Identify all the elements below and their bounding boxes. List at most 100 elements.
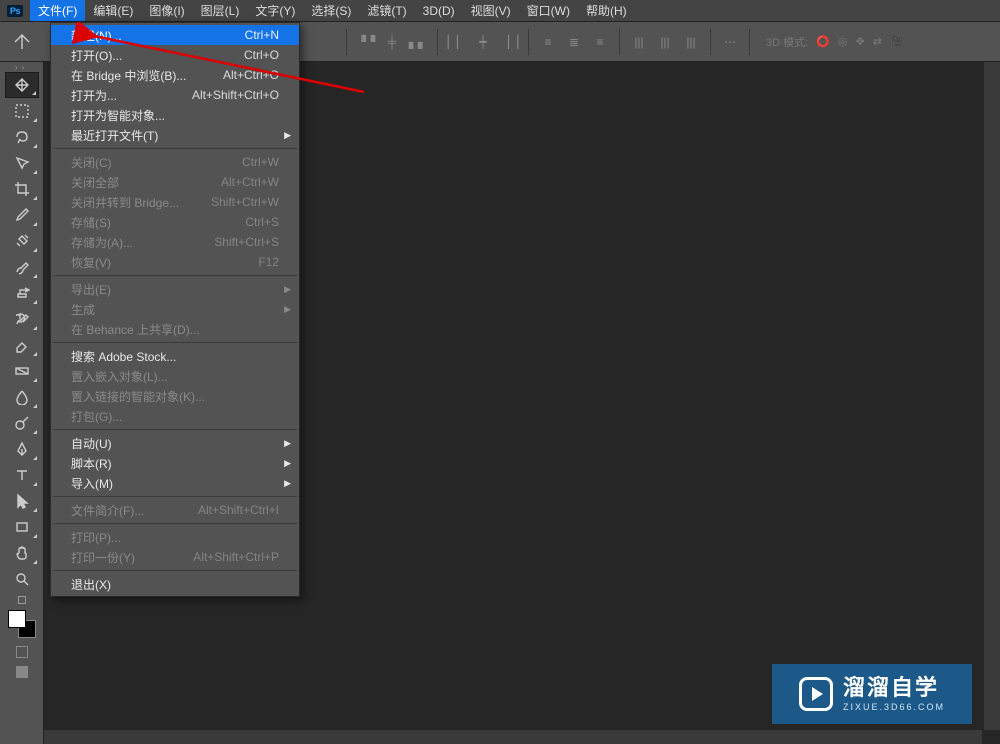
pen-tool[interactable] — [5, 436, 39, 462]
menu-separator — [53, 523, 297, 524]
options-separator — [749, 29, 750, 55]
zoom-tool[interactable] — [5, 566, 39, 592]
brand-subtitle: ZIXUE.3D66.COM — [843, 702, 945, 713]
align-vcenter-icon[interactable]: ╪ — [381, 31, 403, 53]
move-tool[interactable] — [5, 72, 39, 98]
screen-mode-toggle[interactable] — [0, 666, 43, 678]
menu-item-label: 存储为(A)... — [71, 234, 133, 251]
menu-item-label: 存储(S) — [71, 214, 111, 231]
menu-image[interactable]: 图像(I) — [141, 0, 192, 21]
brand-watermark: 溜溜自学 ZIXUE.3D66.COM — [772, 664, 972, 724]
eraser-tool[interactable] — [5, 332, 39, 358]
menu-file[interactable]: 文件(F) — [30, 0, 85, 21]
menu-item-label: 导出(E) — [71, 281, 111, 298]
type-tool[interactable] — [5, 462, 39, 488]
rectangle-tool[interactable] — [5, 514, 39, 540]
blur-tool[interactable] — [5, 384, 39, 410]
distribute-bottom-icon[interactable]: ≡ — [589, 31, 611, 53]
distribute-top-icon[interactable]: ≡ — [537, 31, 559, 53]
menu-item-shortcut: Alt+Shift+Ctrl+I — [198, 503, 279, 517]
menu-separator — [53, 275, 297, 276]
tool-strip-handle[interactable]: ›› — [0, 62, 43, 72]
distribute-right-icon[interactable]: ||| — [680, 31, 702, 53]
file-menu-item: 存储(S) Ctrl+S — [51, 212, 299, 232]
file-menu-item[interactable]: 搜索 Adobe Stock... — [51, 346, 299, 366]
menu-item-label: 打开为智能对象... — [71, 107, 165, 124]
file-menu-item[interactable]: 自动(U)▶ — [51, 433, 299, 453]
menu-item-label: 生成 — [71, 301, 95, 318]
menu-help[interactable]: 帮助(H) — [578, 0, 635, 21]
file-menu-item[interactable]: 脚本(R)▶ — [51, 453, 299, 473]
distribute-hcenter-icon[interactable]: ||| — [654, 31, 676, 53]
hand-tool[interactable] — [5, 540, 39, 566]
history-brush-tool[interactable] — [5, 306, 39, 332]
lasso-tool[interactable] — [5, 124, 39, 150]
menu-filter[interactable]: 滤镜(T) — [359, 0, 414, 21]
file-menu-item[interactable]: 打开(O)...Ctrl+O — [51, 45, 299, 65]
brush-tool[interactable] — [5, 254, 39, 280]
menu-edit[interactable]: 编辑(E) — [85, 0, 141, 21]
menu-item-shortcut: Ctrl+W — [242, 155, 279, 169]
3d-roll-icon[interactable]: ◎ — [838, 35, 848, 48]
menu-view[interactable]: 视图(V) — [463, 0, 519, 21]
menu-item-label: 关闭并转到 Bridge... — [71, 194, 179, 211]
submenu-arrow-icon: ▶ — [284, 304, 291, 315]
quick-select-tool[interactable] — [5, 150, 39, 176]
3d-pan-icon[interactable]: ✥ — [856, 35, 865, 48]
submenu-arrow-icon: ▶ — [284, 284, 291, 295]
file-menu-item: 置入嵌入对象(L)... — [51, 366, 299, 386]
more-align-icon[interactable]: ⋯ — [719, 31, 741, 53]
tool-preset-slot[interactable] — [6, 26, 38, 58]
clone-stamp-tool[interactable] — [5, 280, 39, 306]
file-menu-item[interactable]: 打开为...Alt+Shift+Ctrl+O — [51, 85, 299, 105]
file-menu-item: 打印(P)... — [51, 527, 299, 547]
menu-item-label: 关闭(C) — [71, 154, 112, 171]
menu-item-label: 恢复(V) — [71, 254, 111, 271]
gradient-tool[interactable] — [5, 358, 39, 384]
foreground-color[interactable] — [8, 610, 26, 628]
menu-item-shortcut: Ctrl+S — [245, 215, 279, 229]
file-menu-item[interactable]: 新建(N)...Ctrl+N — [51, 25, 299, 45]
3d-slide-icon[interactable]: ⇄ — [873, 35, 882, 48]
align-bottom-edges-icon[interactable]: ▖▖ — [407, 31, 429, 53]
marquee-tool[interactable] — [5, 98, 39, 124]
distribute-left-icon[interactable]: ||| — [628, 31, 650, 53]
color-swatch[interactable] — [8, 610, 36, 638]
dodge-tool[interactable] — [5, 410, 39, 436]
submenu-arrow-icon: ▶ — [284, 458, 291, 469]
menu-layer[interactable]: 图层(L) — [193, 0, 248, 21]
submenu-arrow-icon: ▶ — [284, 478, 291, 489]
3d-camera-icon[interactable]: 🎥 — [890, 35, 904, 48]
align-left-edges-icon[interactable]: ▏▏ — [446, 31, 468, 53]
vertical-scrollbar[interactable] — [984, 62, 1000, 730]
quick-mask-toggle[interactable] — [0, 646, 43, 658]
menu-item-label: 打印一份(Y) — [71, 549, 135, 566]
eyedropper-tool[interactable] — [5, 202, 39, 228]
menu-type[interactable]: 文字(Y) — [247, 0, 303, 21]
path-select-tool[interactable] — [5, 488, 39, 514]
menu-item-label: 搜索 Adobe Stock... — [71, 348, 176, 365]
file-menu-item[interactable]: 打开为智能对象... — [51, 105, 299, 125]
menu-item-label: 打开(O)... — [71, 47, 122, 64]
3d-orbit-icon[interactable]: ⭕ — [816, 35, 830, 48]
menu-item-shortcut: Alt+Shift+Ctrl+P — [193, 550, 279, 564]
file-menu-item[interactable]: 导入(M)▶ — [51, 473, 299, 493]
menu-item-label: 新建(N)... — [71, 27, 122, 44]
edit-toolbar-icon[interactable] — [0, 596, 43, 604]
menu-item-label: 退出(X) — [71, 576, 111, 593]
align-hcenter-icon[interactable]: ┿ — [472, 31, 494, 53]
spot-heal-tool[interactable] — [5, 228, 39, 254]
menu-select[interactable]: 选择(S) — [303, 0, 359, 21]
menu-separator — [53, 148, 297, 149]
align-top-edges-icon[interactable]: ▝▝ — [355, 31, 377, 53]
distribute-vcenter-icon[interactable]: ≣ — [563, 31, 585, 53]
horizontal-scrollbar[interactable] — [44, 730, 982, 744]
menu-3d[interactable]: 3D(D) — [415, 0, 463, 21]
file-menu-item[interactable]: 最近打开文件(T)▶ — [51, 125, 299, 145]
crop-tool[interactable] — [5, 176, 39, 202]
menu-item-shortcut: Alt+Ctrl+W — [221, 175, 279, 189]
file-menu-item[interactable]: 退出(X) — [51, 574, 299, 594]
menu-window[interactable]: 窗口(W) — [519, 0, 578, 21]
file-menu-item[interactable]: 在 Bridge 中浏览(B)...Alt+Ctrl+O — [51, 65, 299, 85]
align-right-edges-icon[interactable]: ▕▕ — [498, 31, 520, 53]
